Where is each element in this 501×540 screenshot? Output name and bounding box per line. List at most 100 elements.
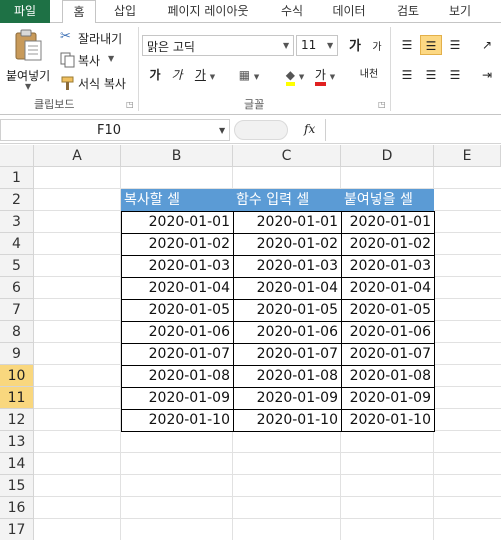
table-cell[interactable]: 2020-01-10 (233, 409, 342, 432)
table-cell[interactable]: 2020-01-10 (341, 409, 435, 432)
table-cell[interactable]: 2020-01-08 (121, 365, 234, 388)
table-cell[interactable]: 2020-01-10 (121, 409, 234, 432)
table-cell[interactable]: 2020-01-03 (341, 255, 435, 278)
worksheet-grid[interactable]: ABCDE 1 2 3 4 5 6 7 8 9 10 11 12 13 14 15 16 17 복사할 셀 함수 … (0, 145, 501, 540)
align-bottom-button[interactable]: ☰ (444, 35, 466, 55)
row-header-10[interactable]: 10 (0, 365, 34, 387)
table-cell[interactable]: 2020-01-02 (121, 233, 234, 256)
table-cell[interactable]: 2020-01-09 (121, 387, 234, 410)
row-header-13[interactable]: 13 (0, 431, 34, 453)
align-right-button[interactable]: ☰ (444, 65, 466, 85)
ribbon: 붙여넣기 ▼ ✂ 잘라내기 복사 ▼ 서식 복사 클립보드 ◳ 맑은 고딕 ▼ … (0, 23, 501, 115)
align-top-button[interactable]: ☰ (396, 35, 418, 55)
table-cell[interactable]: 2020-01-09 (341, 387, 435, 410)
table-header-cell[interactable]: 함수 입력 셀 (233, 189, 341, 211)
table-cell[interactable]: 2020-01-08 (233, 365, 342, 388)
grow-font-button[interactable]: 가 (344, 36, 366, 56)
column-header-a[interactable]: A (34, 145, 121, 167)
formula-input[interactable] (325, 119, 501, 141)
row-header-6[interactable]: 6 (0, 277, 34, 299)
table-cell[interactable]: 2020-01-06 (233, 321, 342, 344)
chevron-down-icon: ▼ (327, 41, 334, 50)
font-color-button[interactable]: 가 ▼ (310, 65, 340, 86)
tab-data[interactable]: 데이터 (326, 0, 372, 23)
scissors-icon: ✂ (60, 29, 71, 44)
borders-button[interactable]: ▦ ▼ (234, 65, 264, 85)
table-cell[interactable]: 2020-01-07 (121, 343, 234, 366)
row-header-8[interactable]: 8 (0, 321, 34, 343)
font-size-dropdown[interactable]: 11 ▼ (296, 35, 338, 56)
underline-button[interactable]: 가 ▼ (190, 65, 220, 85)
row-header-17[interactable]: 17 (0, 519, 34, 540)
fill-color-button[interactable]: ◆ ▼ (280, 65, 310, 86)
table-cell[interactable]: 2020-01-06 (121, 321, 234, 344)
italic-glyph: 가 (171, 68, 183, 82)
tab-insert[interactable]: 삽입 (106, 0, 144, 23)
column-header-d[interactable]: D (341, 145, 434, 167)
tab-review[interactable]: 검토 (390, 0, 426, 23)
table-cell[interactable]: 2020-01-05 (233, 299, 342, 322)
font-name-dropdown[interactable]: 맑은 고딕 ▼ (142, 35, 294, 56)
table-cell[interactable]: 2020-01-07 (341, 343, 435, 366)
table-cell[interactable]: 2020-01-04 (341, 277, 435, 300)
tab-file[interactable]: 파일 (0, 0, 50, 23)
format-painter-button[interactable]: 서식 복사 (58, 73, 138, 93)
paint-bucket-icon: ◆ (285, 68, 295, 86)
table-cell[interactable]: 2020-01-05 (341, 299, 435, 322)
column-header-e[interactable]: E (434, 145, 501, 167)
align-middle-button[interactable]: ☰ (420, 35, 442, 55)
row-header-15[interactable]: 15 (0, 475, 34, 497)
align-left-button[interactable]: ☰ (396, 65, 418, 85)
indent-button[interactable]: ⇥ (476, 65, 498, 85)
select-all-corner[interactable] (0, 145, 34, 167)
dialog-launcher-icon[interactable]: ◳ (126, 100, 134, 109)
table-header-cell[interactable]: 복사할 셀 (121, 189, 233, 211)
cut-button[interactable]: ✂ 잘라내기 (58, 28, 138, 48)
table-cell[interactable]: 2020-01-05 (121, 299, 234, 322)
table-cell[interactable]: 2020-01-01 (121, 211, 234, 234)
row-header-7[interactable]: 7 (0, 299, 34, 321)
row-header-3[interactable]: 3 (0, 211, 34, 233)
column-header-c[interactable]: C (233, 145, 341, 167)
copy-button[interactable]: 복사 ▼ (58, 50, 138, 70)
tab-page-layout[interactable]: 페이지 레이아웃 (160, 0, 256, 23)
table-cell[interactable]: 2020-01-07 (233, 343, 342, 366)
shrink-font-button[interactable]: 가 (366, 36, 388, 56)
tab-home[interactable]: 홈 (62, 0, 96, 24)
table-cell[interactable]: 2020-01-03 (233, 255, 342, 278)
table-cell[interactable]: 2020-01-08 (341, 365, 435, 388)
row-header-16[interactable]: 16 (0, 497, 34, 519)
row-header-4[interactable]: 4 (0, 233, 34, 255)
align-top-icon: ☰ (401, 38, 413, 52)
name-box[interactable]: F10 ▼ (0, 119, 230, 141)
table-cell[interactable]: 2020-01-09 (233, 387, 342, 410)
row-header-11[interactable]: 11 (0, 387, 34, 409)
formula-bar-divider-handle[interactable] (234, 120, 288, 140)
row-header-12[interactable]: 12 (0, 409, 34, 431)
table-cell[interactable]: 2020-01-01 (341, 211, 435, 234)
table-cell[interactable]: 2020-01-04 (121, 277, 234, 300)
table-cell[interactable]: 2020-01-01 (233, 211, 342, 234)
phonetic-button[interactable]: 내천 (354, 65, 384, 85)
table-cell[interactable]: 2020-01-02 (233, 233, 342, 256)
row-header-14[interactable]: 14 (0, 453, 34, 475)
tab-view[interactable]: 보기 (442, 0, 478, 23)
row-header-1[interactable]: 1 (0, 167, 34, 189)
tab-formulas[interactable]: 수식 (272, 0, 312, 23)
paste-button[interactable]: 붙여넣기 ▼ (4, 27, 52, 93)
italic-button[interactable]: 가 (166, 65, 188, 85)
table-cell[interactable]: 2020-01-02 (341, 233, 435, 256)
table-cell[interactable]: 2020-01-06 (341, 321, 435, 344)
table-cell[interactable]: 2020-01-03 (121, 255, 234, 278)
dialog-launcher-icon[interactable]: ◳ (378, 100, 386, 109)
bold-button[interactable]: 가 (144, 65, 166, 85)
row-header-5[interactable]: 5 (0, 255, 34, 277)
row-header-9[interactable]: 9 (0, 343, 34, 365)
table-header-cell[interactable]: 붙여넣을 셀 (341, 189, 434, 211)
row-header-2[interactable]: 2 (0, 189, 34, 211)
column-header-b[interactable]: B (121, 145, 233, 167)
fx-icon[interactable]: fx (304, 122, 315, 136)
align-center-button[interactable]: ☰ (420, 65, 442, 85)
orientation-button[interactable]: ↗ (476, 35, 498, 55)
table-cell[interactable]: 2020-01-04 (233, 277, 342, 300)
